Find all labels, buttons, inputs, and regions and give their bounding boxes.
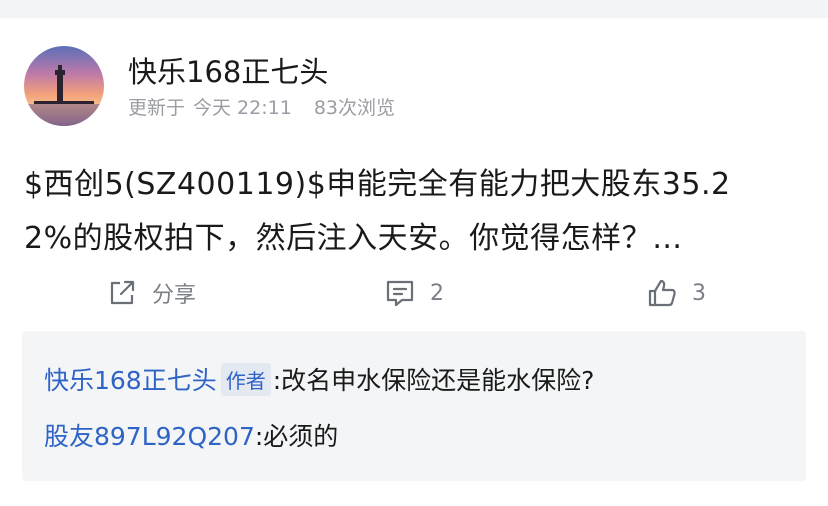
share-icon — [110, 280, 135, 305]
thumbs-up-icon — [648, 279, 676, 307]
post-time: 今天 22:11 — [193, 97, 292, 119]
comment-icon — [386, 280, 414, 307]
author-name[interactable]: 快乐168正七头 — [128, 49, 328, 91]
reply-user[interactable]: 股友897L92Q207 — [44, 417, 255, 453]
author-badge: 作者 — [220, 362, 271, 396]
reply-text: :改名申水保险还是能水保险? — [272, 366, 595, 395]
like-button[interactable]: 3 — [646, 273, 706, 313]
action-bar: 分享 2 3 — [0, 273, 828, 313]
like-count: 3 — [692, 280, 706, 306]
post-content-line: $西创5(SZ400119)$申能完全有能力把大股东35.2 — [24, 167, 731, 202]
post-content-line: 2%的股权拍下，然后注入天安。你觉得怎样？… — [24, 221, 683, 256]
reply-preview[interactable]: 快乐168正七头 作者:改名申水保险还是能水保险? 股友897L92Q207:必须… — [22, 331, 806, 481]
lighthouse-sunset-image — [24, 46, 104, 126]
updated-label: 更新于 — [128, 97, 186, 119]
post-meta: 更新于 今天 22:11 83次浏览 — [128, 93, 403, 120]
reply-user[interactable]: 快乐168正七头 — [44, 361, 217, 397]
avatar[interactable] — [24, 46, 104, 126]
reply-item[interactable]: 快乐168正七头 作者:改名申水保险还是能水保险? — [44, 361, 594, 397]
view-count: 83次浏览 — [313, 97, 395, 119]
share-button[interactable]: 分享 — [106, 273, 196, 313]
share-label: 分享 — [152, 283, 197, 308]
reply-item[interactable]: 股友897L92Q207:必须的 — [44, 417, 338, 453]
post-card[interactable]: 快乐168正七头 更新于 今天 22:11 83次浏览 $西创5(SZ400119)… — [0, 18, 828, 506]
comment-button[interactable]: 2 — [384, 273, 444, 313]
post-content[interactable]: $西创5(SZ400119)$申能完全有能力把大股东35.2 2%的股权拍下，然… — [24, 158, 804, 266]
reply-text: :必须的 — [254, 422, 339, 451]
top-separator — [0, 0, 828, 18]
comment-count: 2 — [430, 280, 444, 306]
